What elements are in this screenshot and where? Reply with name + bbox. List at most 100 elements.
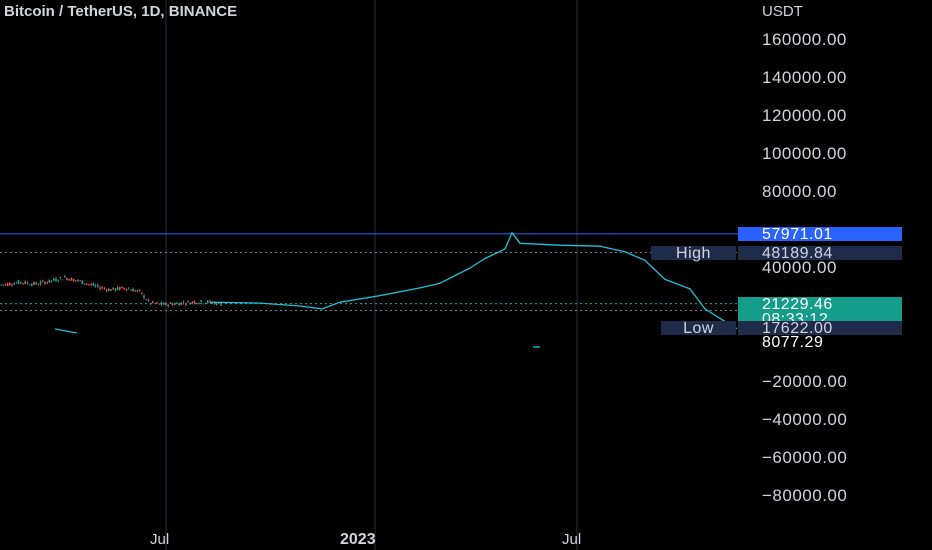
x-tick-label: Jul [562, 531, 582, 548]
candle-body [59, 277, 62, 278]
candle-body [77, 279, 79, 281]
candle-body [112, 287, 114, 290]
reference-lines [0, 233, 738, 312]
candle-body [53, 278, 55, 281]
candle-body [163, 302, 165, 305]
drawing-segment [54, 328, 78, 334]
candle-body [105, 289, 108, 291]
candle-body [165, 302, 167, 306]
candle-body [99, 287, 101, 290]
candle-body [141, 292, 143, 295]
candle-body [209, 300, 211, 302]
candle-body [193, 301, 196, 304]
candle-body [50, 280, 53, 282]
high-label: High [651, 246, 736, 262]
candle-body [101, 287, 103, 289]
symbol-title[interactable]: Bitcoin / TetherUS, 1D, BINANCE [4, 3, 237, 20]
candle-body [44, 282, 46, 285]
candle-body [138, 289, 141, 291]
candle-body [68, 279, 70, 281]
candle-body [123, 288, 125, 290]
x-tick-label: Jul [150, 531, 170, 548]
low-label: Low [661, 321, 736, 337]
candle-body [182, 302, 185, 304]
y-tick-label: −80000.00 [762, 486, 848, 505]
candle-body [64, 276, 66, 278]
candle-body [204, 302, 207, 304]
horizontal-line-price-tag: 57971.01 [738, 227, 902, 243]
candle-body [215, 303, 218, 306]
candle-body [119, 287, 121, 290]
y-tick-label: −60000.00 [762, 448, 848, 467]
candle-body [158, 303, 161, 305]
candle-body [48, 279, 51, 283]
candle-body [196, 302, 198, 304]
candle-body [143, 295, 145, 298]
candle-body [26, 282, 29, 284]
candle-body [46, 282, 48, 284]
current-price-value: 21229.46 [762, 296, 833, 313]
y-tick-label: 140000.00 [762, 68, 847, 87]
candle-body [37, 284, 40, 286]
y-tick-label: −20000.00 [762, 372, 848, 391]
y-tick-label: 160000.00 [762, 30, 847, 49]
candle-body [191, 301, 194, 303]
candle-body [39, 281, 42, 285]
candle-body [20, 282, 22, 284]
candle-body [9, 282, 11, 286]
candle-body [108, 288, 110, 291]
candle-body [220, 304, 222, 306]
candle-body [72, 279, 75, 282]
candle-body [156, 302, 158, 304]
candle-body [136, 290, 139, 292]
candle-body [110, 289, 112, 291]
candle-body [180, 302, 183, 305]
candle-body [90, 284, 92, 285]
candle-body [15, 282, 18, 284]
axis-unit: USDT [762, 3, 803, 20]
candle-body [83, 283, 86, 285]
candle-body [147, 299, 150, 301]
candle-body [70, 277, 73, 281]
candle-body [75, 280, 77, 282]
candle-body [149, 302, 152, 305]
candle-body [103, 288, 106, 290]
candle-body [17, 280, 20, 284]
candle-body [202, 303, 205, 305]
candle-body [94, 285, 97, 287]
grid-lines [165, 0, 578, 550]
candle-body [152, 301, 154, 303]
candle-body [145, 299, 147, 301]
candle-body [42, 280, 44, 282]
candle-body [198, 302, 200, 304]
candle-body [86, 283, 88, 285]
candle-body [11, 284, 13, 286]
candle-body [125, 289, 128, 291]
candle-body [178, 303, 180, 306]
low-value-tag: 17622.00 [738, 321, 902, 337]
candle-body [207, 300, 209, 303]
candle-body [28, 284, 31, 286]
candle-body [121, 286, 123, 289]
candle-body [169, 302, 172, 304]
candle-body [35, 282, 37, 285]
candle-body [4, 283, 7, 285]
candle-body [114, 288, 117, 291]
candle-body [116, 287, 119, 290]
drawing-segments [54, 328, 540, 348]
candle-body [185, 304, 187, 305]
y-tick-label: 120000.00 [762, 106, 847, 125]
candle-body [200, 300, 202, 302]
candle-body [24, 281, 26, 285]
candle-body [130, 289, 132, 291]
candle-body [189, 303, 191, 305]
candle-body [92, 283, 95, 286]
candle-body [22, 283, 24, 285]
candle-body [61, 279, 64, 281]
x-tick-label: 2023 [340, 531, 376, 548]
candle-body [79, 280, 81, 282]
high-value-tag: 48189.84 [738, 246, 902, 262]
candle-body [127, 288, 130, 290]
candle-body [171, 303, 174, 306]
candlesticks [0, 274, 222, 308]
